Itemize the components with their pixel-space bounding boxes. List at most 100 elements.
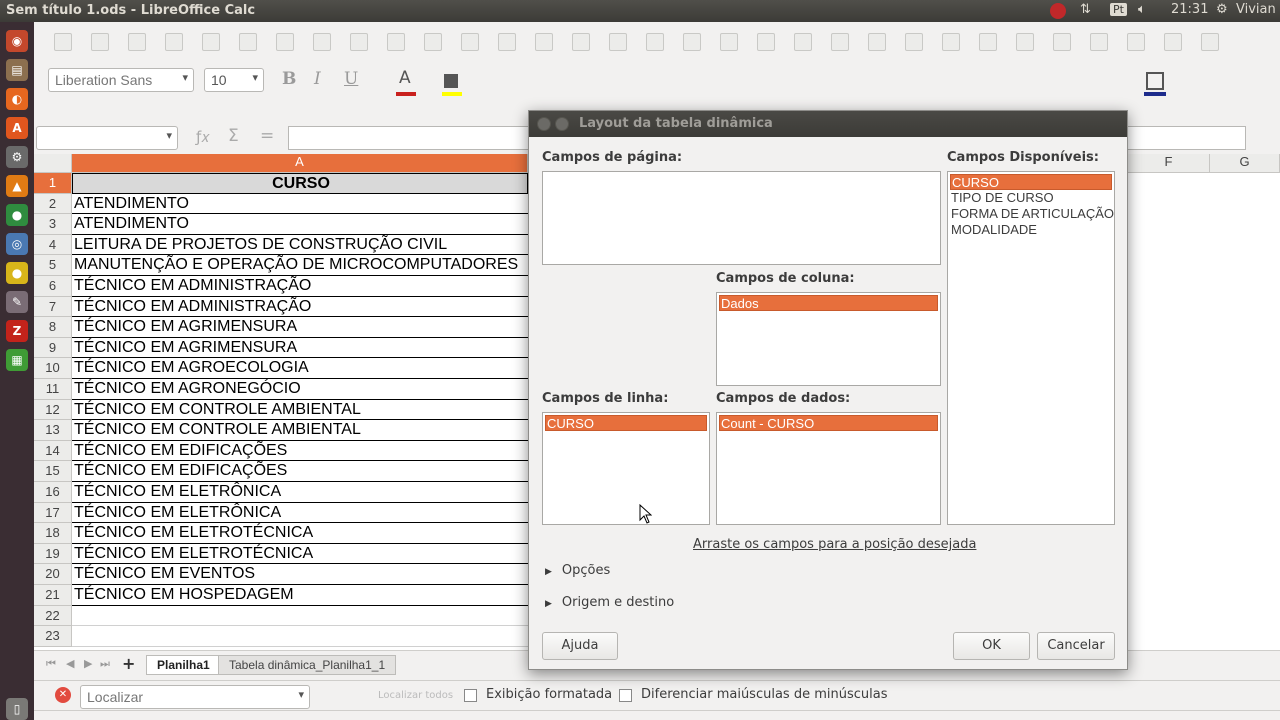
special-char-icon[interactable] <box>979 33 997 51</box>
function-wizard-icon[interactable]: ƒ𝑥 <box>196 128 210 146</box>
sort-asc-icon[interactable] <box>757 33 775 51</box>
notes-icon[interactable]: ● <box>6 262 28 284</box>
redo-icon[interactable] <box>461 33 479 51</box>
add-sheet-icon[interactable]: + <box>122 654 135 673</box>
row-header[interactable]: 6 <box>34 276 72 297</box>
available-fields-list[interactable]: CURSO TIPO DE CURSO FORMA DE ARTICULAÇÃO MO… <box>947 171 1115 525</box>
table-cell[interactable]: LEITURA DE PROJETOS DE CONSTRUÇÃO CIVIL <box>72 235 528 256</box>
open-icon[interactable] <box>91 33 109 51</box>
list-item[interactable]: TIPO DE CURSO <box>950 190 1112 206</box>
header-footer-icon[interactable] <box>1090 33 1108 51</box>
row-fields-list[interactable]: CURSO <box>542 412 710 525</box>
undo-icon[interactable] <box>424 33 442 51</box>
filezilla-icon[interactable]: Z <box>6 320 28 342</box>
table-cell[interactable]: ATENDIMENTO <box>72 214 528 235</box>
comment-icon[interactable] <box>1053 33 1071 51</box>
sheet-tab-planilha1[interactable]: Planilha1 <box>146 655 221 675</box>
show-draw-icon[interactable] <box>1201 33 1219 51</box>
row-header[interactable]: 15 <box>34 461 72 482</box>
copy-icon[interactable] <box>313 33 331 51</box>
print-preview-icon[interactable] <box>239 33 257 51</box>
data-fields-list[interactable]: Count - CURSO <box>716 412 941 525</box>
column-header-a[interactable]: A <box>72 154 528 173</box>
row-header[interactable]: 17 <box>34 502 72 524</box>
table-cell[interactable] <box>72 606 528 627</box>
table-cell[interactable]: TÉCNICO EM ELETROTÉCNICA <box>72 523 528 544</box>
volume-icon[interactable]: 🔈︎ <box>1138 2 1146 17</box>
list-item[interactable]: CURSO <box>545 415 707 431</box>
table-cell[interactable] <box>72 626 528 647</box>
font-color-icon[interactable] <box>396 92 416 96</box>
font-name-box[interactable]: Liberation Sans ▾ <box>48 68 194 92</box>
border-color-icon[interactable] <box>1144 92 1166 96</box>
hyperlink-icon[interactable] <box>1016 33 1034 51</box>
last-sheet-icon[interactable]: ⏭ <box>100 657 110 671</box>
table-cell[interactable]: TÉCNICO EM AGRIMENSURA <box>72 317 528 338</box>
cut-icon[interactable] <box>276 33 294 51</box>
row-header[interactable]: 18 <box>34 523 72 544</box>
chart-icon[interactable] <box>905 33 923 51</box>
row-header[interactable]: 3 <box>34 214 72 235</box>
network-icon[interactable]: ◎ <box>6 233 28 255</box>
table-cell[interactable]: TÉCNICO EM ELETRÔNICA <box>72 503 528 524</box>
new-icon[interactable] <box>54 33 72 51</box>
gear-icon[interactable]: ⚙ <box>1216 2 1228 17</box>
clone-icon[interactable] <box>387 33 405 51</box>
insert-row-icon[interactable] <box>646 33 664 51</box>
table-cell[interactable]: TÉCNICO EM EDIFICAÇÕES <box>72 461 528 482</box>
formula-icon[interactable]: = <box>260 126 274 146</box>
firefox-icon[interactable]: ◐ <box>6 88 28 110</box>
table-cell[interactable]: TÉCNICO EM AGRONEGÓCIO <box>72 379 528 400</box>
table-cell[interactable]: TÉCNICO EM CONTROLE AMBIENTAL <box>72 400 528 421</box>
options-expander[interactable]: ▶ Opções <box>545 563 610 578</box>
autofilter-icon[interactable] <box>831 33 849 51</box>
row-header[interactable]: 21 <box>34 585 72 606</box>
table-cell[interactable]: TÉCNICO EM ADMINISTRAÇÃO <box>72 297 528 318</box>
keyboard-layout[interactable]: Pt <box>1110 3 1127 16</box>
user-name[interactable]: Vivian <box>1236 2 1276 17</box>
column-fields-list[interactable]: Dados <box>716 292 941 386</box>
export-icon[interactable] <box>165 33 183 51</box>
table-cell[interactable]: TÉCNICO EM ELETROTÉCNICA <box>72 544 528 565</box>
select-all-corner[interactable] <box>34 154 72 173</box>
help-button[interactable]: Ajuda <box>542 632 618 660</box>
sum-icon[interactable]: Σ <box>228 126 239 146</box>
row-header[interactable]: 10 <box>34 358 72 379</box>
column-header-g[interactable]: G <box>1210 154 1280 173</box>
freeze-icon[interactable] <box>1127 33 1145 51</box>
row-header[interactable]: 4 <box>34 234 72 256</box>
find-icon[interactable] <box>498 33 516 51</box>
table-cell[interactable]: TÉCNICO EM EVENTOS <box>72 564 528 585</box>
image-icon[interactable] <box>868 33 886 51</box>
column-header-f[interactable]: F <box>1128 154 1210 173</box>
trash-icon[interactable]: ▯ <box>6 698 28 720</box>
header-cell[interactable]: CURSO <box>72 173 528 194</box>
row-header[interactable]: 2 <box>34 193 72 215</box>
network-arrows-icon[interactable]: ⇅ <box>1080 2 1091 17</box>
row-header[interactable]: 12 <box>34 399 72 421</box>
close-icon[interactable]: ✕ <box>55 687 71 703</box>
table-cell[interactable]: TÉCNICO EM CONTROLE AMBIENTAL <box>72 420 528 441</box>
column-icon[interactable] <box>609 33 627 51</box>
find-input[interactable]: Localizar ▾ <box>80 685 310 709</box>
minimize-icon[interactable] <box>555 117 569 131</box>
sheet-tab-pivot[interactable]: Tabela dinâmica_Planilha1_1 <box>218 655 397 675</box>
sort-desc-icon[interactable] <box>794 33 812 51</box>
page-fields-list[interactable] <box>542 171 941 265</box>
table-cell[interactable]: TÉCNICO EM AGROECOLOGIA <box>72 358 528 379</box>
close-icon[interactable] <box>537 117 551 131</box>
table-cell[interactable]: ATENDIMENTO <box>72 194 528 215</box>
row-header[interactable]: 5 <box>34 255 72 276</box>
underline-icon[interactable]: U <box>344 69 358 89</box>
prev-sheet-icon[interactable]: ◀ <box>66 657 74 670</box>
files-icon[interactable]: ▤ <box>6 59 28 81</box>
bold-icon[interactable]: B <box>282 69 296 89</box>
spelling-icon[interactable] <box>535 33 553 51</box>
match-case-checkbox[interactable] <box>619 689 632 702</box>
source-expander[interactable]: ▶ Origem e destino <box>545 595 674 610</box>
pivot-icon[interactable] <box>942 33 960 51</box>
chrome-icon[interactable]: ● <box>6 204 28 226</box>
row-header[interactable]: 8 <box>34 317 72 338</box>
row-header[interactable]: 22 <box>34 605 72 627</box>
cancel-button[interactable]: Cancelar <box>1037 632 1115 660</box>
